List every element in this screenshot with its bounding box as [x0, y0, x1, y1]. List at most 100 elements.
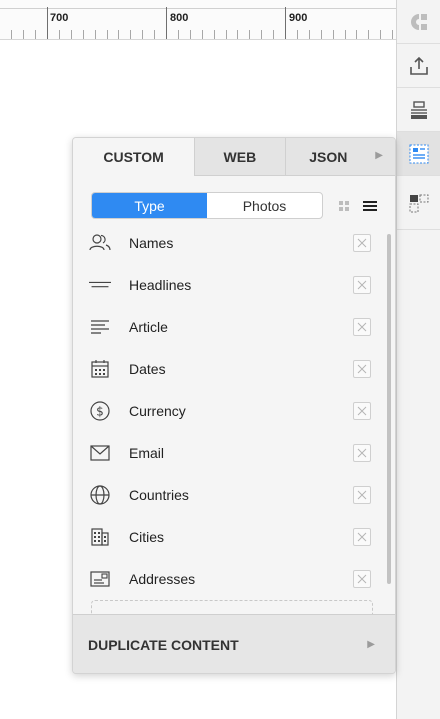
tab-json[interactable]: JSON ▶ — [284, 138, 395, 176]
ruler-tick — [118, 30, 120, 39]
list-view-icon[interactable] — [363, 200, 377, 212]
list-scrollbar[interactable] — [387, 234, 391, 584]
remove-button[interactable] — [353, 402, 371, 420]
ruler-tick — [130, 30, 132, 39]
list-item-label: Article — [129, 319, 168, 335]
headline-icon — [89, 274, 111, 296]
list-item-addresses[interactable]: Addresses — [73, 558, 387, 600]
list-item-label: Countries — [129, 487, 189, 503]
layout-button[interactable] — [397, 176, 440, 230]
ruler-tick — [47, 7, 48, 39]
list-item-article[interactable]: Article — [73, 306, 387, 348]
remove-button[interactable] — [353, 528, 371, 546]
list-item-label: Addresses — [129, 571, 196, 587]
ruler-tick — [166, 7, 167, 39]
tab-custom-label: CUSTOM — [103, 149, 164, 165]
ruler-tick — [11, 30, 13, 39]
remove-button[interactable] — [353, 360, 371, 378]
ruler-tick — [23, 30, 25, 39]
add-item-placeholder[interactable] — [91, 600, 373, 614]
content-panel-button[interactable] — [397, 132, 440, 176]
ruler-tick — [285, 7, 286, 39]
article-icon — [89, 316, 111, 338]
ruler-tick — [273, 30, 275, 39]
ruler-tick — [189, 30, 191, 39]
address-card-icon — [89, 568, 111, 590]
print-button[interactable] — [397, 88, 440, 132]
ruler-tick — [308, 30, 310, 39]
ruler-tick — [320, 30, 322, 39]
segment-type[interactable]: Type — [92, 193, 207, 218]
content-panel-icon — [409, 144, 429, 163]
building-icon — [89, 526, 111, 548]
ruler-edge — [0, 8, 396, 9]
ruler-label-700: 700 — [50, 12, 69, 24]
export-button[interactable] — [397, 44, 440, 88]
close-icon — [357, 364, 367, 374]
ruler-tick — [392, 30, 394, 39]
ruler-tick — [249, 30, 251, 39]
ruler-tick — [70, 30, 72, 39]
remove-button[interactable] — [353, 276, 371, 294]
tab-custom[interactable]: CUSTOM — [73, 138, 195, 176]
dollar-icon: $ — [89, 400, 111, 422]
ruler-tick — [154, 30, 156, 39]
list-item-label: Headlines — [129, 277, 192, 293]
list-item-names[interactable]: Names — [73, 222, 387, 264]
list-item-headlines[interactable]: Headlines — [73, 264, 387, 306]
close-icon — [357, 238, 367, 248]
ruler-tick — [261, 30, 263, 39]
grid-view-icon[interactable] — [339, 201, 350, 212]
list-item-dates[interactable]: Dates — [73, 348, 387, 390]
remove-button[interactable] — [353, 486, 371, 504]
ruler-tick — [237, 30, 239, 39]
ruler-tick — [225, 30, 227, 39]
ruler-tick — [201, 30, 203, 39]
remove-button[interactable] — [353, 444, 371, 462]
list-item-countries[interactable]: Countries — [73, 474, 387, 516]
ruler-tick — [332, 30, 334, 39]
ruler-tick — [356, 30, 358, 39]
calendar-icon — [89, 358, 111, 380]
tab-web-label: WEB — [223, 148, 257, 165]
type-photos-toggle: Type Photos — [91, 192, 323, 219]
close-icon — [357, 490, 367, 500]
envelope-icon — [89, 442, 111, 464]
list-item-currency[interactable]: $ Currency — [73, 390, 387, 432]
duplicate-content-section[interactable]: DUPLICATE CONTENT ▶ — [73, 614, 395, 673]
globe-icon — [89, 484, 111, 506]
chevron-right-icon: ▶ — [367, 639, 375, 650]
tab-json-label: JSON — [309, 148, 348, 165]
ruler-tick — [368, 30, 370, 39]
chevron-right-icon: ▶ — [375, 150, 383, 161]
svg-text:$: $ — [96, 405, 104, 419]
remove-button[interactable] — [353, 318, 371, 336]
ruler-tick — [106, 30, 108, 39]
close-icon — [357, 322, 367, 332]
tab-web[interactable]: WEB — [194, 138, 285, 176]
remove-button[interactable] — [353, 570, 371, 588]
ruler-tick — [177, 30, 179, 39]
close-icon — [357, 280, 367, 290]
list-item-email[interactable]: Email — [73, 432, 387, 474]
ruler-label-800: 800 — [170, 12, 189, 24]
segment-photos[interactable]: Photos — [207, 193, 322, 218]
ruler-tick — [344, 30, 346, 39]
ruler-tick — [142, 30, 144, 39]
ruler-tick — [296, 30, 298, 39]
horizontal-ruler: 700 800 900 — [0, 0, 396, 40]
layout-icon — [409, 194, 429, 212]
ruler-tick — [380, 30, 382, 39]
list-item-label: Email — [129, 445, 165, 461]
plugin-logo-button[interactable] — [397, 0, 440, 44]
right-toolbar — [396, 0, 440, 719]
close-icon — [357, 532, 367, 542]
print-icon — [411, 100, 427, 119]
data-type-list: Names Headlines Article Dates $ Currency… — [73, 222, 387, 608]
duplicate-content-label: DUPLICATE CONTENT — [88, 637, 239, 653]
close-icon — [357, 448, 367, 458]
export-icon — [410, 56, 428, 75]
remove-button[interactable] — [353, 234, 371, 252]
ruler-tick — [82, 30, 84, 39]
list-item-cities[interactable]: Cities — [73, 516, 387, 558]
